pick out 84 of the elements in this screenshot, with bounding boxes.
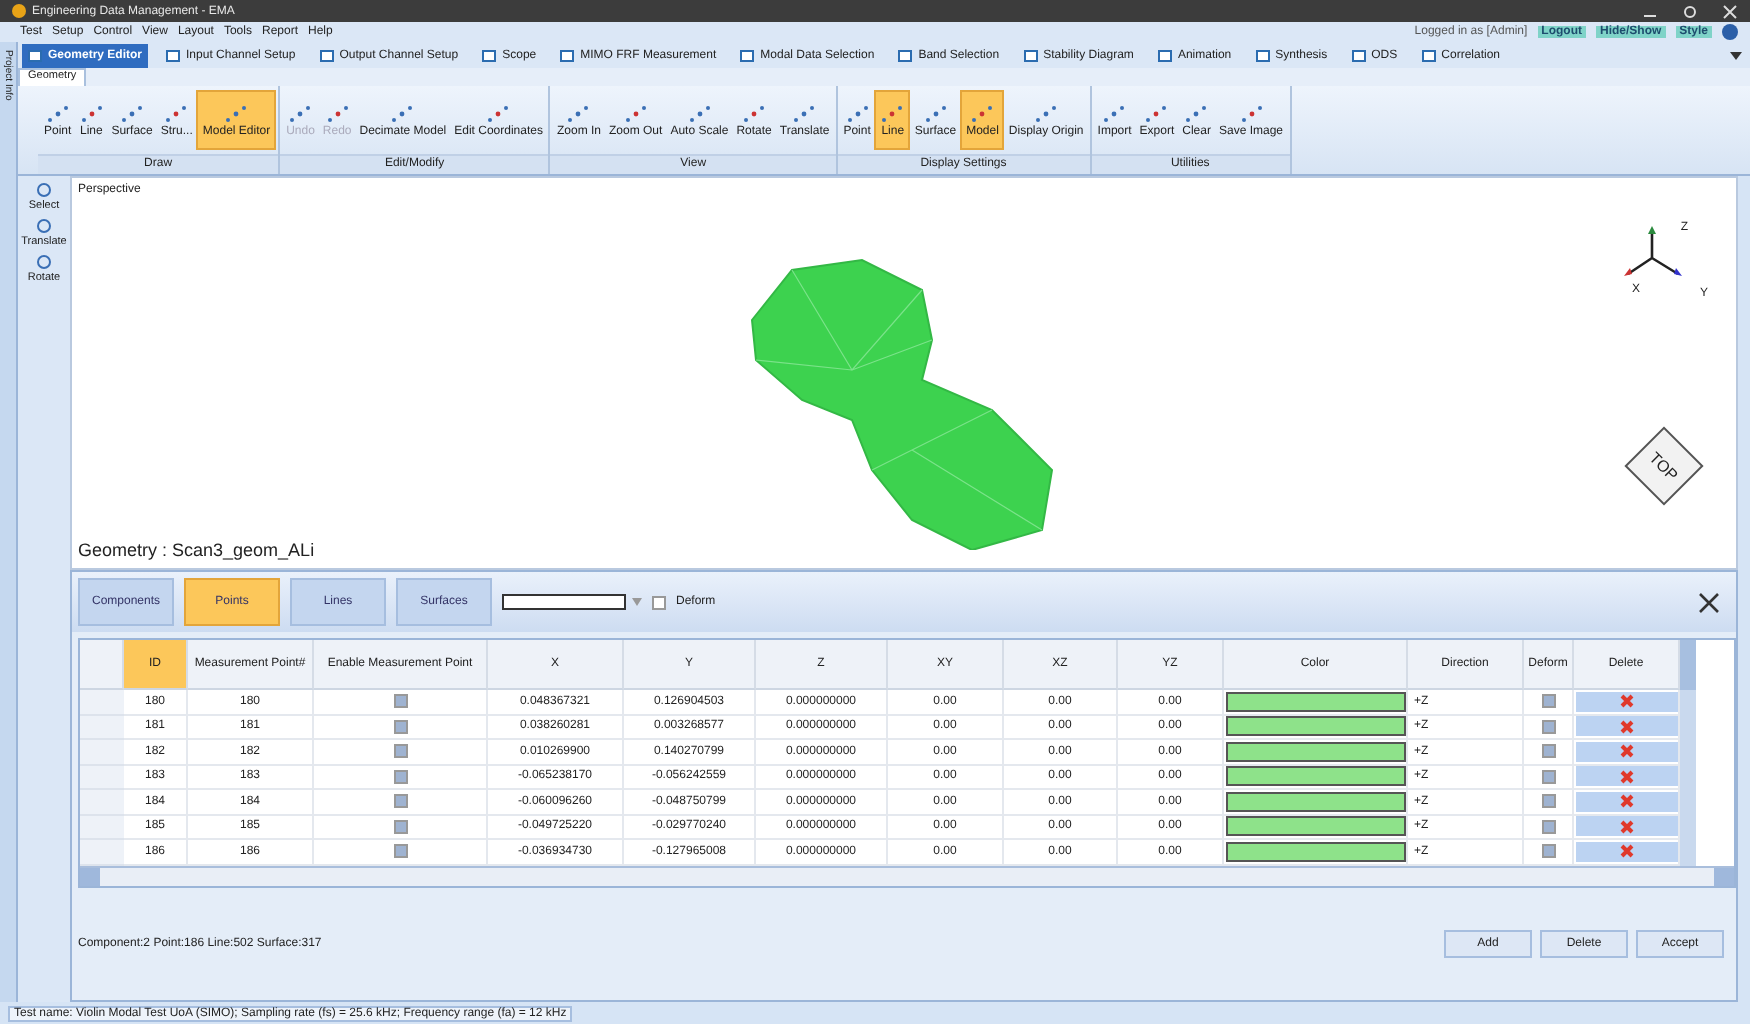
points-icon xyxy=(1144,103,1169,123)
checkbox[interactable] xyxy=(1541,794,1555,809)
points-icon xyxy=(486,103,511,123)
window-icon xyxy=(560,49,575,61)
points-icon xyxy=(325,103,350,123)
cross-icon xyxy=(1619,694,1633,709)
window-icon xyxy=(1157,49,1172,61)
color-bar[interactable] xyxy=(1225,716,1405,737)
checkbox[interactable] xyxy=(1541,694,1555,709)
points-icon xyxy=(79,103,104,123)
checkbox[interactable] xyxy=(393,694,407,709)
view-cube[interactable]: TOP xyxy=(1624,426,1704,506)
delete-button[interactable] xyxy=(1575,766,1677,787)
checkbox[interactable] xyxy=(393,744,407,759)
checkbox[interactable] xyxy=(1541,769,1555,784)
points-icon xyxy=(120,103,145,123)
points-icon xyxy=(880,103,905,123)
window-icon xyxy=(898,49,913,61)
color-bar[interactable] xyxy=(1225,691,1405,712)
points-icon xyxy=(923,103,948,123)
points-icon xyxy=(1034,103,1059,123)
window-icon xyxy=(1421,49,1436,61)
points-icon xyxy=(970,103,995,123)
points-icon xyxy=(288,103,313,123)
color-bar[interactable] xyxy=(1225,791,1405,812)
window-icon xyxy=(482,49,497,61)
vertical-scrollbar[interactable] xyxy=(1680,640,1696,865)
checkbox[interactable] xyxy=(393,794,407,809)
points-icon xyxy=(792,103,817,123)
points-icon xyxy=(164,103,189,123)
points-icon xyxy=(687,103,712,123)
points-icon xyxy=(224,103,249,123)
checkbox[interactable] xyxy=(393,769,407,784)
checkbox[interactable] xyxy=(1541,844,1555,859)
geometry-name: Geometry : Scan3_geom_ALi xyxy=(78,540,315,560)
points-icon xyxy=(390,103,415,123)
checkbox[interactable] xyxy=(393,844,407,859)
points-icon xyxy=(1102,103,1127,123)
color-bar[interactable] xyxy=(1225,841,1405,862)
cross-icon xyxy=(1619,719,1633,734)
caret-icon[interactable] xyxy=(1730,51,1742,59)
points-icon xyxy=(566,103,591,123)
points-icon xyxy=(845,103,870,123)
checkbox[interactable] xyxy=(1541,719,1555,734)
color-bar[interactable] xyxy=(1225,741,1405,762)
points-icon xyxy=(1239,103,1263,123)
checkbox[interactable] xyxy=(393,719,407,734)
circle-icon xyxy=(36,254,52,270)
checkbox[interactable] xyxy=(393,819,407,834)
circle-icon xyxy=(36,218,52,234)
cross-icon xyxy=(1619,769,1633,784)
window-icon xyxy=(166,49,181,61)
points-icon xyxy=(45,103,70,123)
horizontal-scrollbar[interactable] xyxy=(80,865,1734,885)
cross-icon xyxy=(1619,744,1633,759)
delete-button[interactable] xyxy=(1575,691,1677,712)
checkbox[interactable] xyxy=(1541,744,1555,759)
delete-button[interactable] xyxy=(1575,741,1677,762)
window-icon xyxy=(1351,49,1366,61)
restore-icon[interactable] xyxy=(1682,3,1698,19)
points-icon xyxy=(1184,103,1209,123)
window-icon xyxy=(319,49,334,61)
circle-icon xyxy=(35,182,52,198)
delete-button[interactable] xyxy=(1575,791,1677,812)
delete-button[interactable] xyxy=(1575,716,1677,737)
cross-icon xyxy=(1619,819,1633,834)
close-icon[interactable] xyxy=(1698,591,1720,613)
caret-icon xyxy=(632,598,642,606)
delete-button[interactable] xyxy=(1575,841,1677,862)
cross-icon xyxy=(1619,844,1633,859)
points-icon xyxy=(742,103,767,123)
window-icon xyxy=(28,49,42,61)
delete-button[interactable] xyxy=(1575,816,1677,837)
checkbox[interactable] xyxy=(1541,819,1555,834)
color-bar[interactable] xyxy=(1225,766,1405,787)
window-icon xyxy=(740,49,755,61)
checkbox[interactable] xyxy=(652,595,666,609)
app-icon xyxy=(12,4,26,18)
points-icon xyxy=(623,103,648,123)
dropdown[interactable] xyxy=(502,594,642,610)
window-icon xyxy=(1023,49,1038,61)
window-icon xyxy=(1255,49,1270,61)
color-bar[interactable] xyxy=(1225,816,1405,837)
cross-icon xyxy=(1619,794,1633,809)
